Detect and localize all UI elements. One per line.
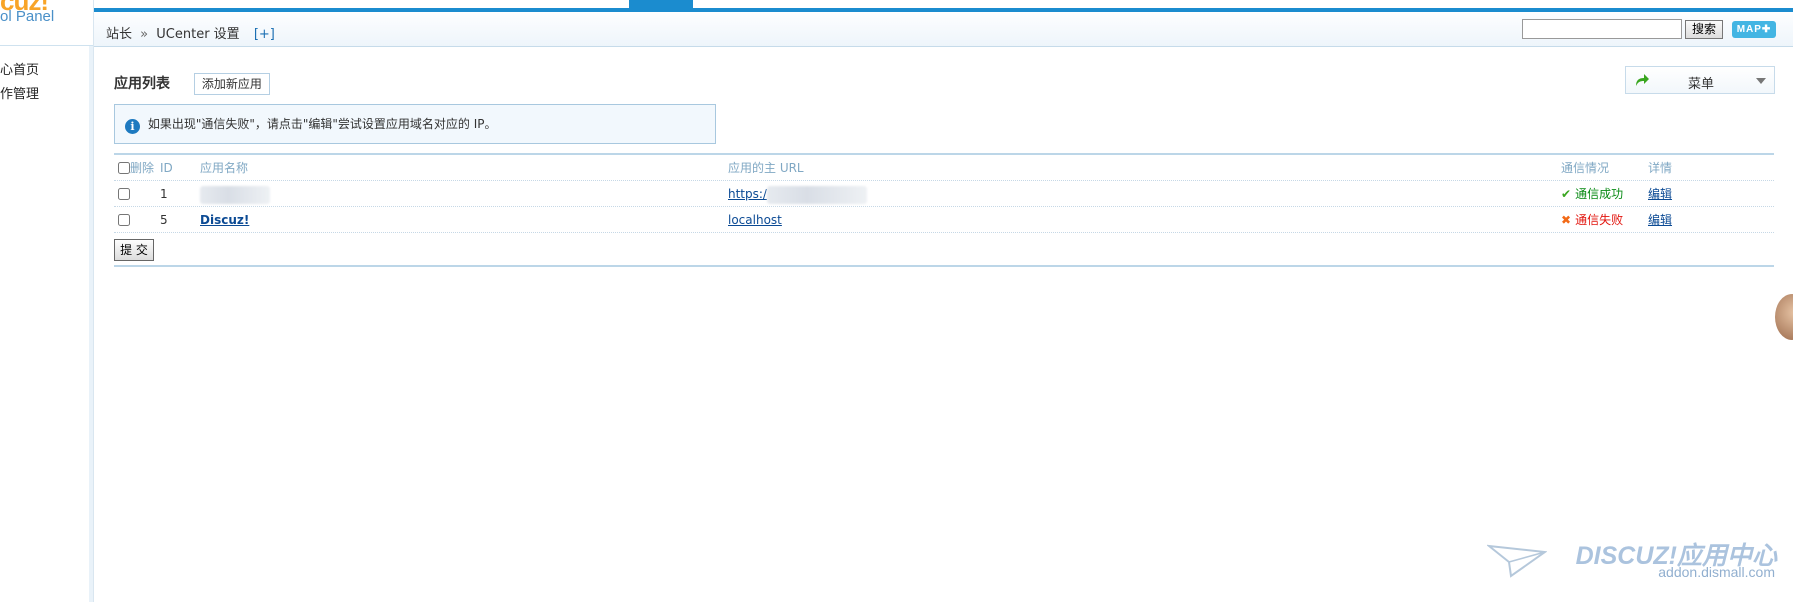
row-checkbox[interactable] bbox=[118, 188, 130, 200]
floating-avatar[interactable] bbox=[1775, 294, 1793, 340]
check-icon: ✔ bbox=[1561, 187, 1572, 201]
table-header: 删除 ID 应用名称 应用的主 URL 通信情况 详情 bbox=[114, 155, 1774, 181]
header-url: 应用的主 URL bbox=[728, 161, 804, 175]
logo[interactable]: cuz! ol Panel bbox=[0, 0, 93, 46]
map-label: MAP bbox=[1736, 24, 1762, 35]
edit-link[interactable]: 编辑 bbox=[1648, 207, 1672, 233]
map-button[interactable]: MAP✚ bbox=[1732, 21, 1776, 38]
sidebar: cuz! ol Panel 心首页 作管理 bbox=[0, 0, 94, 602]
row-id: 5 bbox=[160, 213, 168, 227]
top-nav-divider bbox=[94, 8, 1793, 12]
row-checkbox-cell bbox=[118, 181, 130, 207]
header-detail: 详情 bbox=[1648, 161, 1673, 175]
main-content: 应用列表 添加新应用 菜单 i 如果出现"通信失败"，请点击"编辑"尝试设置应用… bbox=[94, 48, 1793, 602]
submit-button[interactable]: 提 交 bbox=[114, 239, 154, 261]
add-app-button[interactable]: 添加新应用 bbox=[193, 73, 270, 95]
breadcrumb-separator: » bbox=[140, 27, 149, 42]
breadcrumb-root[interactable]: 站长 bbox=[106, 27, 132, 42]
table-row: 1 https:/ ✔ 通信成功 编辑 bbox=[114, 181, 1774, 207]
info-icon: i bbox=[125, 119, 140, 134]
row-status: ✔ 通信成功 bbox=[1561, 181, 1623, 207]
header-delete: 删除 bbox=[118, 155, 154, 181]
row-name bbox=[200, 181, 270, 207]
row-status-text: 通信成功 bbox=[1575, 187, 1624, 201]
header-name: 应用名称 bbox=[200, 161, 249, 175]
row-checkbox[interactable] bbox=[118, 214, 130, 226]
tip-text: 如果出现"通信失败"，请点击"编辑"尝试设置应用域名对应的 IP。 bbox=[147, 117, 497, 131]
app-table: 删除 ID 应用名称 应用的主 URL 通信情况 详情 1 https:/ ✔ 通… bbox=[114, 153, 1774, 267]
edit-link[interactable]: 编辑 bbox=[1648, 181, 1672, 207]
row-id: 1 bbox=[160, 187, 168, 201]
breadcrumb-bar: 站长 » UCenter 设置 [+] 搜索 MAP✚ bbox=[94, 13, 1793, 47]
add-shortcut-button[interactable]: [+] bbox=[254, 27, 275, 42]
search-button[interactable]: 搜索 bbox=[1685, 20, 1723, 39]
top-nav bbox=[94, 0, 1793, 12]
header-delete-label: 删除 bbox=[130, 161, 155, 175]
redacted-name bbox=[200, 185, 270, 204]
header-status: 通信情况 bbox=[1561, 161, 1610, 175]
sidebar-item-home[interactable]: 心首页 bbox=[0, 59, 93, 83]
breadcrumb: 站长 » UCenter 设置 [+] bbox=[106, 23, 275, 42]
paper-plane-icon bbox=[1487, 544, 1547, 578]
row-url-link[interactable]: localhost bbox=[728, 207, 782, 233]
watermark-site: addon.dismall.com bbox=[1658, 564, 1775, 580]
page-title: 应用列表 bbox=[114, 76, 170, 92]
row-status: ✖ 通信失败 bbox=[1561, 207, 1623, 233]
select-all-checkbox[interactable] bbox=[118, 162, 130, 174]
redacted-url bbox=[766, 185, 867, 204]
sidebar-item-manage[interactable]: 作管理 bbox=[0, 83, 93, 107]
row-checkbox-cell bbox=[118, 207, 130, 233]
plus-icon: ✚ bbox=[1761, 24, 1772, 35]
submit-row: 提 交 bbox=[114, 233, 1774, 267]
title-row: 应用列表 添加新应用 bbox=[114, 73, 270, 95]
chevron-down-icon bbox=[1756, 78, 1766, 84]
row-url-link[interactable]: https:/ bbox=[728, 187, 767, 201]
watermark: DISCUZ!应用中心 addon.dismall.com bbox=[1487, 536, 1777, 586]
row-name-link[interactable]: Discuz! bbox=[200, 207, 249, 233]
row-url[interactable]: https:/ bbox=[728, 181, 867, 207]
breadcrumb-current: UCenter 设置 bbox=[156, 27, 240, 42]
menu-dropdown[interactable]: 菜单 bbox=[1625, 66, 1775, 94]
tip-box: i 如果出现"通信失败"，请点击"编辑"尝试设置应用域名对应的 IP。 bbox=[114, 104, 716, 144]
logo-subtitle: ol Panel bbox=[0, 8, 55, 25]
sidebar-scroll-strip bbox=[89, 46, 93, 602]
table-row: 5 Discuz! localhost ✖ 通信失败 编辑 bbox=[114, 207, 1774, 233]
share-arrow-icon bbox=[1636, 74, 1649, 86]
search-input[interactable] bbox=[1522, 19, 1682, 39]
row-status-text: 通信失败 bbox=[1575, 213, 1624, 227]
header-id: ID bbox=[160, 161, 173, 175]
cross-icon: ✖ bbox=[1561, 213, 1572, 227]
menu-label: 菜单 bbox=[1688, 77, 1715, 92]
sidebar-menu: 心首页 作管理 bbox=[0, 59, 93, 107]
